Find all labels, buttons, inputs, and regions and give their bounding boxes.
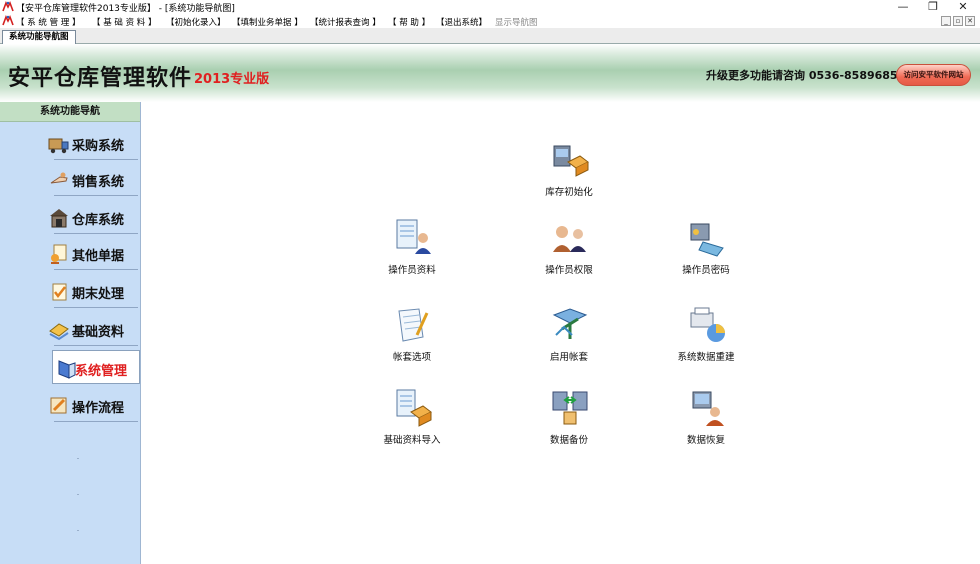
menu-exit[interactable]: 【退出系统】 [436,16,487,28]
sidebar-item-system-management[interactable]: 系统管理 [52,350,140,384]
sidebar-item-other-documents[interactable]: 其他单据 [48,236,138,270]
period-end-icon [52,283,67,301]
restore-button[interactable]: ❐ [918,0,948,14]
function-account-options[interactable]: 帐套选项 [357,305,467,375]
menu-system-management[interactable]: 【 系 统 管 理 】 [16,16,81,28]
sidebar-item-label: 采购系统 [72,139,125,154]
warehouse-icon [50,209,68,228]
function-label: 基础资料导入 [383,435,441,446]
function-data-rebuild[interactable]: 系统数据重建 [651,305,761,375]
menu-show-navigation[interactable]: 显示导航图 [495,16,538,28]
function-label: 操作员资料 [388,265,436,276]
sidebar-item-label: 期末处理 [72,287,125,302]
sidebar-item-purchase[interactable]: 采购系统 [48,126,138,160]
divider [54,233,138,234]
sidebar-item-basic-data[interactable]: 基础资料 [48,312,138,346]
function-data-restore[interactable]: 数据恢复 [651,388,761,458]
sidebar-item-period-end[interactable]: 期末处理 [48,274,138,308]
data-import-icon [396,389,432,427]
visit-website-button[interactable]: 访问安平软件网站 [896,64,971,86]
workflow-icon [50,397,67,414]
function-label: 数据备份 [549,435,588,446]
sidebar-item-workflow[interactable]: 操作流程 [48,388,138,422]
divider [77,494,79,495]
mdi-close-button[interactable]: ✕ [965,16,975,26]
menu-report-query[interactable]: 【统计报表查询 】 [310,16,381,28]
divider [54,421,138,422]
sidebar-item-label: 系统管理 [75,364,128,379]
tab-strip: 系统功能导航图 [0,28,980,44]
operator-password-icon [690,223,724,257]
menu-logo-icon [2,15,14,26]
enable-account-icon [552,308,588,339]
function-data-import[interactable]: 基础资料导入 [357,388,467,458]
account-options-icon [398,308,429,342]
sales-icon [50,172,68,184]
menu-business-documents[interactable]: 【填制业务单据 】 [232,16,303,28]
function-label: 操作员密码 [682,265,730,276]
sidebar-item-label: 仓库系统 [72,213,125,228]
contact-text: 升级更多功能请咨询 0536-8589685 [706,69,898,82]
documents-icon [51,244,67,264]
sidebar-header: 系统功能导航 [0,102,140,122]
divider [54,345,138,346]
function-label: 帐套选项 [392,352,431,363]
menu-initial-entry[interactable]: 【初始化录入】 [166,16,226,28]
function-operator-password[interactable]: 操作员密码 [651,218,761,288]
function-label: 启用帐套 [549,352,588,363]
function-inventory-init[interactable]: 库存初始化 [514,140,624,210]
function-operator-permission[interactable]: 操作员权限 [514,218,624,288]
function-label: 数据恢复 [686,435,725,446]
function-label: 操作员权限 [545,265,593,276]
inventory-init-icon [553,145,589,177]
divider [77,458,79,459]
data-restore-icon [692,391,724,426]
divider [54,307,138,308]
sidebar-item-label: 操作流程 [72,401,125,416]
function-label: 库存初始化 [545,187,593,198]
divider [54,159,138,160]
menu-basic-data[interactable]: 【 基 础 资 料 】 [92,16,157,28]
sidebar-item-label: 基础资料 [72,325,125,340]
data-rebuild-icon [690,307,725,342]
divider [54,195,138,196]
operator-info-icon [396,219,431,254]
minimize-button[interactable]: — [888,0,918,14]
mdi-minimize-button[interactable]: _ [941,16,951,26]
close-button[interactable]: ✕ [948,0,978,14]
sidebar: 系统功能导航 采购系统 销售系统 仓库系统 其他单据 期末处理 基础资料 系统管… [0,102,141,564]
title-bar: 【安平仓库管理软件2013专业版】 - [系统功能导航图] — ❐ ✕ [0,0,980,14]
app-logo-icon [2,1,14,12]
divider [54,269,138,270]
sidebar-item-label: 销售系统 [72,175,125,190]
function-operator-info[interactable]: 操作员资料 [357,218,467,288]
sidebar-item-warehouse[interactable]: 仓库系统 [48,200,138,234]
function-enable-account[interactable]: 启用帐套 [514,305,624,375]
sidebar-item-sales[interactable]: 销售系统 [48,162,138,196]
function-data-backup[interactable]: 数据备份 [514,388,624,458]
function-label: 系统数据重建 [677,352,735,363]
window-title: 【安平仓库管理软件2013专业版】 - [系统功能导航图] [16,4,235,14]
menu-bar: 【 系 统 管 理 】 【 基 础 资 料 】 【初始化录入】 【填制业务单据 … [0,14,980,28]
header-banner: 安平仓库管理软件 2013专业版 升级更多功能请咨询 0536-8589685 … [0,44,980,102]
sidebar-item-label: 其他单据 [72,249,125,264]
data-backup-icon [552,391,588,425]
basic-data-icon [49,323,69,341]
tab-navigation-map[interactable]: 系统功能导航图 [2,30,76,44]
mdi-restore-button[interactable]: ▫ [953,16,963,26]
edition-label: 2013专业版 [194,72,270,87]
truck-icon [48,138,69,154]
divider [77,530,79,531]
app-name: 安平仓库管理软件 [8,66,193,91]
operator-permission-icon [553,226,586,252]
menu-help[interactable]: 【 帮 助 】 [388,16,430,28]
